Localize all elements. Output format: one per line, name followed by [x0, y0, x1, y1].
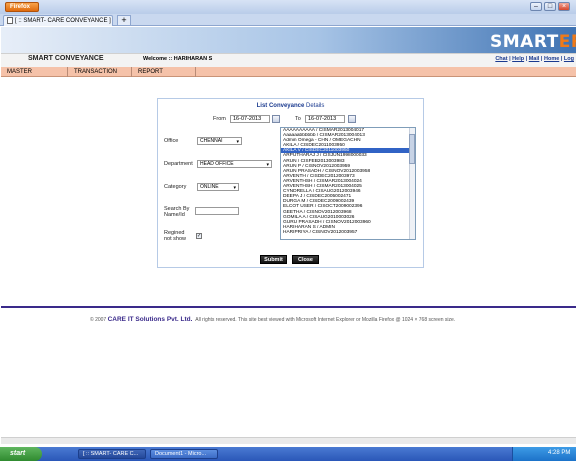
browser-titlebar — [0, 0, 576, 14]
to-label: To — [295, 116, 301, 122]
department-select[interactable]: HEAD OFFICE ▾ — [197, 160, 272, 168]
search-label: Search By Name/Id — [164, 206, 190, 218]
maximize-icon[interactable]: □ — [544, 2, 556, 11]
user-option[interactable]: HARIPRIYA / CISNOV2012003957 — [281, 230, 415, 235]
copyright: © 2007 — [90, 317, 107, 323]
logout-link[interactable]: Log — [564, 56, 574, 62]
task-firefox[interactable]: [ :: SMART- CARE C... — [78, 449, 146, 459]
footer-divider — [1, 306, 576, 308]
from-label: From — [213, 116, 226, 122]
category-select[interactable]: ONLINE ▾ — [197, 183, 239, 191]
tab-smart-care-conveyance[interactable]: [ :: SMART- CARE CONVEYANCE ] — [3, 15, 113, 26]
chevron-down-icon: ▾ — [266, 162, 269, 168]
home-link[interactable]: Home — [544, 56, 559, 62]
user-listbox[interactable]: AAAAAAAAAA / CISMAR2013004017 Aaaaaabbbbb… — [280, 127, 416, 240]
start-button[interactable]: start — [0, 447, 42, 461]
category-label: Category — [164, 184, 187, 190]
department-label: Department — [164, 161, 193, 167]
welcome-text: Welcome :: HARIHARAN S — [143, 56, 213, 62]
chevron-down-icon: ▾ — [233, 185, 236, 191]
clock: 4:28 PM — [548, 450, 571, 456]
task-word[interactable]: Document1 - Micro... — [150, 449, 218, 459]
resigned-label: Regined not show — [164, 230, 187, 242]
app-title: SMART CONVEYANCE — [28, 55, 104, 62]
page-icon — [7, 16, 13, 24]
minimize-icon[interactable]: – — [530, 2, 542, 11]
new-tab-button[interactable]: + — [117, 15, 131, 26]
tab-title: [ :: SMART- CARE CONVEYANCE ] — [15, 18, 111, 24]
panel-title: List Conveyance Details — [256, 103, 325, 109]
from-calendar-icon[interactable] — [272, 115, 280, 123]
chat-link[interactable]: Chat — [495, 56, 507, 62]
menu-transaction[interactable]: TRANSACTION — [68, 67, 132, 77]
footer-notice: All rights reserved. This site best view… — [195, 317, 456, 323]
mail-link[interactable]: Mail — [529, 56, 540, 62]
resigned-not-show-checkbox[interactable]: ✓ — [196, 233, 202, 239]
close-button[interactable]: Close — [292, 255, 319, 264]
submit-button[interactable]: Submit — [260, 255, 287, 264]
office-select[interactable]: CHENNAI ▾ — [197, 137, 242, 145]
to-calendar-icon[interactable] — [348, 115, 356, 123]
page-horizontal-scrollbar[interactable] — [1, 437, 576, 444]
from-date-input[interactable]: 16-07-2013 — [230, 115, 270, 123]
smarterp-logo: SMARTERP — [490, 32, 576, 52]
menu-report[interactable]: REPORT — [132, 67, 196, 77]
footer: © 2007 CARE IT Solutions Pvt. Ltd. All r… — [90, 316, 455, 323]
listbox-scroll-thumb[interactable] — [409, 134, 415, 164]
office-label: Office — [164, 138, 179, 144]
to-date-input[interactable]: 16-07-2013 — [305, 115, 345, 123]
close-window-icon[interactable]: × — [558, 2, 570, 11]
firefox-menu-button[interactable]: Firefox — [5, 2, 39, 12]
help-link[interactable]: Help — [512, 56, 524, 62]
search-input[interactable] — [195, 207, 239, 215]
chevron-down-icon: ▾ — [236, 139, 239, 145]
company-name: CARE IT Solutions Pvt. Ltd. — [107, 316, 193, 323]
menu-master[interactable]: MASTER — [1, 67, 68, 77]
top-links: Chat | Help | Mail | Home | Log — [495, 56, 574, 62]
